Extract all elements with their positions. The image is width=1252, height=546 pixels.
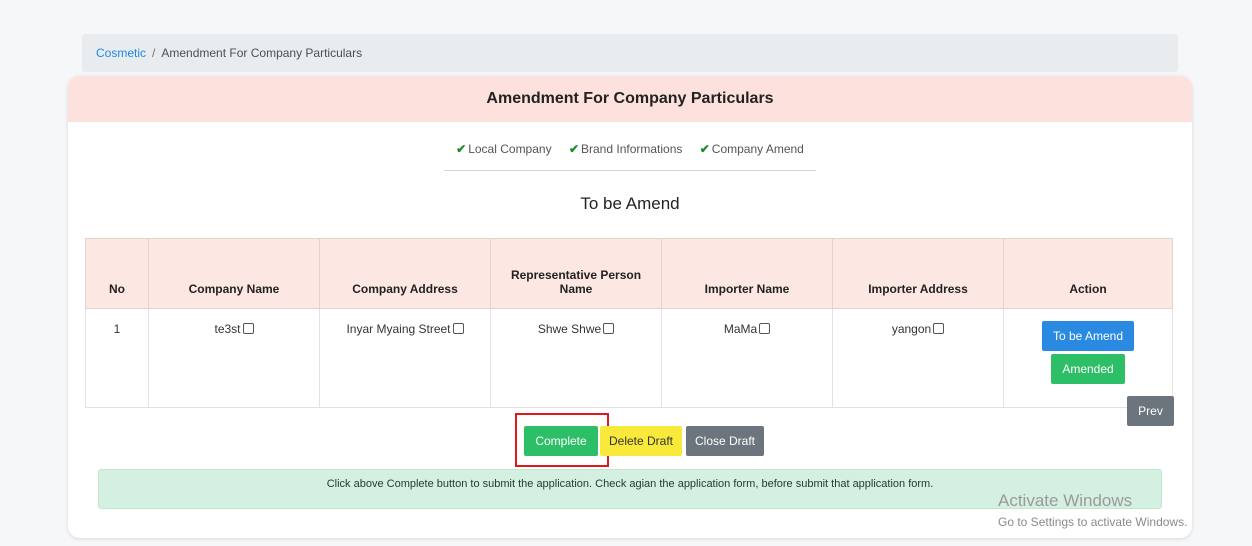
delete-draft-button[interactable]: Delete Draft — [600, 426, 682, 456]
step-brand-informations[interactable]: ✔ Brand Informations — [569, 142, 682, 156]
column-header-no: No — [85, 238, 149, 309]
breadcrumb: Cosmetic / Amendment For Company Particula… — [82, 34, 1178, 72]
step-local-company[interactable]: ✔ Local Company — [456, 142, 551, 156]
to-be-amend-button[interactable]: To be Amend — [1042, 321, 1134, 351]
cell-value: te3st — [214, 322, 241, 336]
column-header-representative-person-name: Representative Person Name — [490, 238, 662, 309]
table-header-row: No Company Name Company Address Represen… — [85, 238, 1173, 309]
step-indicator: ✔ Local Company ✔ Brand Informations ✔ Comp… — [444, 142, 816, 171]
cell-importer-address: yangon — [832, 308, 1004, 408]
amend-checkbox[interactable] — [452, 323, 464, 334]
column-header-importer-name: Importer Name — [661, 238, 833, 309]
check-icon: ✔ — [568, 142, 579, 156]
step-label: Company Amend — [711, 142, 804, 156]
cell-value: Inyar Myaing Street — [346, 322, 451, 336]
cell-company-name: te3st — [148, 308, 320, 408]
cell-value: MaMa — [723, 322, 758, 336]
cell-value: Shwe Shwe — [537, 322, 602, 336]
column-header-action: Action — [1003, 238, 1173, 309]
cell-importer-name: MaMa — [661, 308, 833, 408]
prev-button[interactable]: Prev — [1127, 396, 1174, 426]
cell-action: To be Amend Amended — [1003, 308, 1173, 408]
step-company-amend[interactable]: ✔ Company Amend — [700, 142, 804, 156]
column-header-importer-address: Importer Address — [832, 238, 1004, 309]
amend-checkbox[interactable] — [933, 323, 945, 334]
cell-no: 1 — [85, 308, 149, 408]
form-actions: Complete Delete Draft Close Draft — [524, 426, 764, 456]
table-row: 1 te3st Inyar Myaing Street Shwe Shwe Ma… — [85, 308, 1173, 408]
step-label: Local Company — [468, 142, 552, 156]
breadcrumb-separator: / — [152, 46, 156, 60]
amend-checkbox[interactable] — [242, 323, 254, 334]
amend-table: No Company Name Company Address Represen… — [85, 238, 1173, 408]
close-draft-button[interactable]: Close Draft — [686, 426, 764, 456]
complete-button[interactable]: Complete — [524, 426, 598, 456]
check-icon: ✔ — [456, 142, 467, 156]
step-label: Brand Informations — [581, 142, 683, 156]
amended-button[interactable]: Amended — [1051, 354, 1125, 384]
cell-rep-name: Shwe Shwe — [490, 308, 662, 408]
windows-activation-watermark: Activate Windows Go to Settings to activ… — [998, 491, 1187, 529]
column-header-company-name: Company Name — [148, 238, 320, 309]
card-title: Amendment For Company Particulars — [68, 76, 1192, 122]
check-icon: ✔ — [699, 142, 710, 156]
amend-checkbox[interactable] — [759, 323, 771, 334]
cell-company-address: Inyar Myaing Street — [319, 308, 491, 408]
amend-checkbox[interactable] — [603, 323, 615, 334]
cell-value: yangon — [891, 322, 932, 336]
breadcrumb-link-cosmetic[interactable]: Cosmetic — [96, 46, 146, 60]
column-header-company-address: Company Address — [319, 238, 491, 309]
breadcrumb-current: Amendment For Company Particulars — [161, 46, 363, 60]
watermark-subtitle: Go to Settings to activate Windows. — [998, 515, 1188, 529]
amendment-card: Amendment For Company Particulars ✔ Local… — [68, 76, 1192, 538]
section-title: To be Amend — [580, 194, 680, 213]
watermark-title: Activate Windows — [998, 491, 1133, 510]
